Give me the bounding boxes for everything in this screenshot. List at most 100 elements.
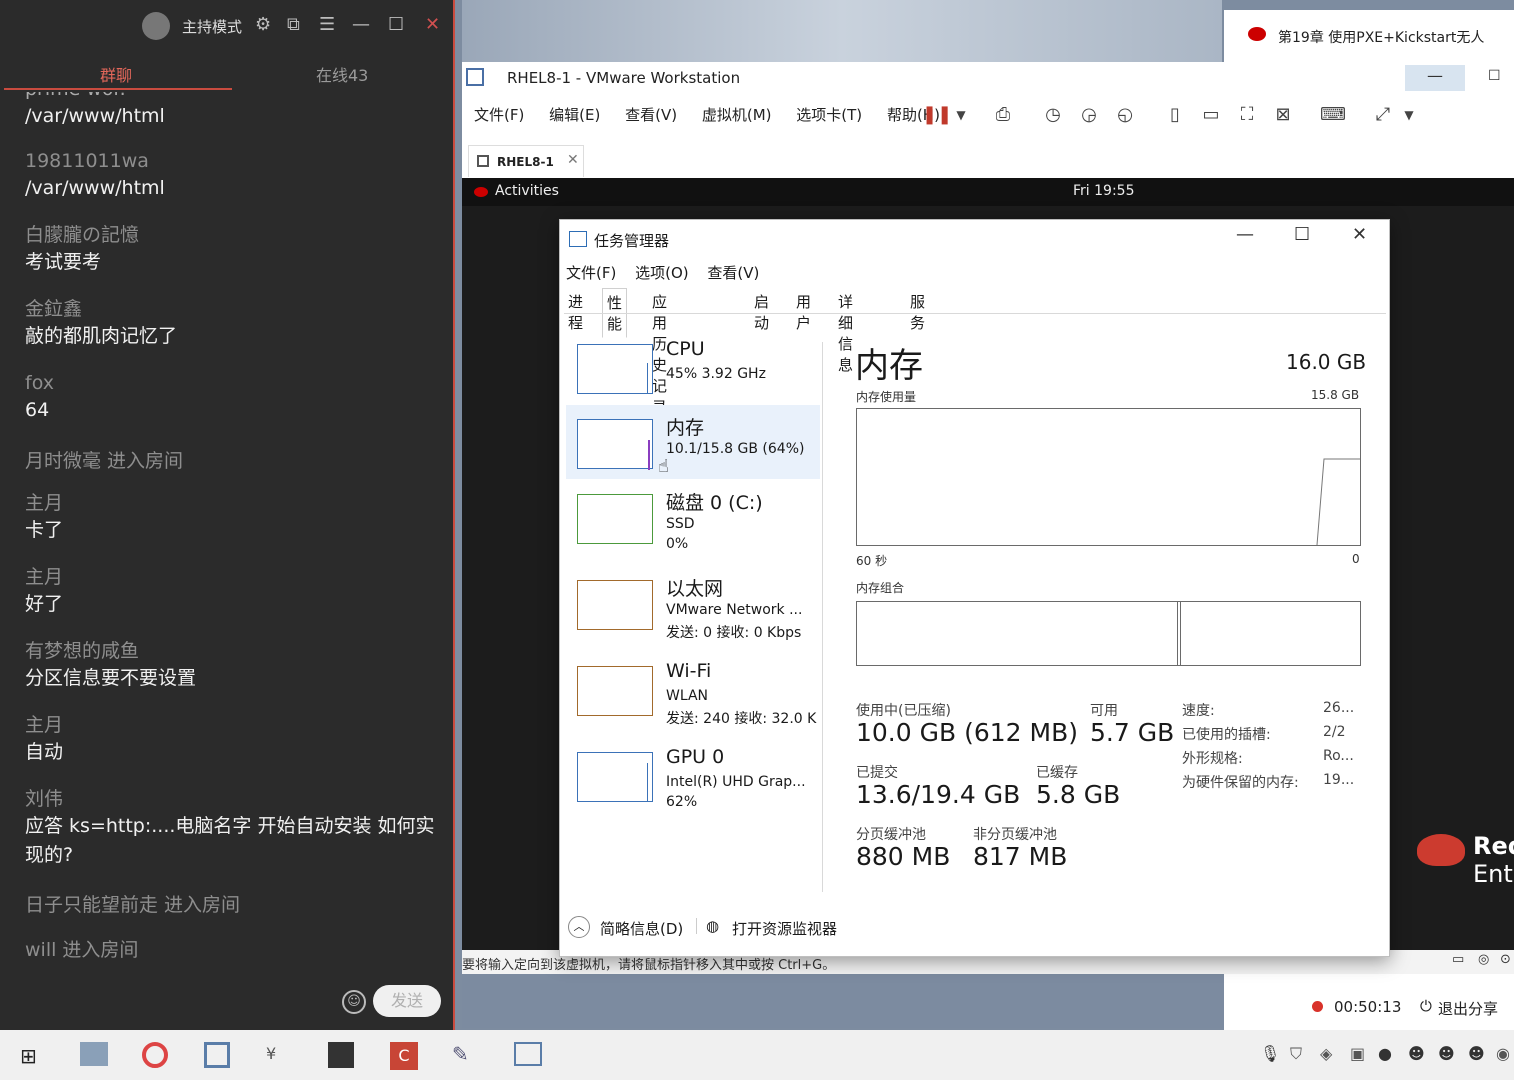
form-factor-label: 外形规格:	[1182, 751, 1243, 767]
tray-icon[interactable]: ⛉	[1290, 1044, 1302, 1064]
menu-tabs[interactable]: 选项卡(T)	[796, 106, 862, 124]
device-icon[interactable]: ⊙	[1500, 952, 1511, 967]
qq-icon[interactable]: ☻	[1408, 1044, 1425, 1063]
menu-vm[interactable]: 虚拟机(M)	[702, 106, 772, 124]
chevron-up-icon[interactable]: ︿	[568, 916, 590, 938]
chat-tabs: 群聊 在线43	[0, 52, 455, 92]
tab-rhel8-1[interactable]: RHEL8-1 ✕	[468, 145, 584, 177]
tab-group-chat[interactable]: 群聊	[100, 62, 132, 86]
menu-edit[interactable]: 编辑(E)	[549, 106, 600, 124]
tab-processes[interactable]: 进程	[564, 288, 587, 336]
close-tab-icon[interactable]: ✕	[567, 152, 579, 168]
activities-button[interactable]: Activities	[495, 183, 559, 199]
menu-icon[interactable]: ☰	[319, 14, 335, 35]
app-icon[interactable]: C	[390, 1042, 418, 1070]
tab-users[interactable]: 用户	[792, 288, 815, 336]
send-button[interactable]: 发送	[373, 985, 441, 1017]
stretch-icon[interactable]: ⤢	[1370, 102, 1396, 128]
send-keys-icon[interactable]: ⎙	[990, 102, 1016, 128]
disk-thumbnail	[577, 494, 653, 544]
chat-toolbar: 主持模式 ⚙ ⧉ ☰ — ☐ ✕	[0, 0, 455, 50]
task-manager-window: 任务管理器 — ☐ ✕ 文件(F) 选项(O) 查看(V) 进程 性能 应用历史…	[559, 219, 1390, 957]
menu-view[interactable]: 查看(V)	[625, 106, 677, 124]
app-icon[interactable]: ✎	[452, 1042, 469, 1066]
resource-disk[interactable]: 磁盘 0 (C:) SSD 0%	[566, 480, 820, 554]
system-message: will 进入房间	[25, 939, 139, 961]
share-timer: 00:50:13	[1334, 998, 1402, 1016]
resource-detail: 发送: 0 接收: 0 Kbps	[666, 625, 802, 641]
chevron-down-icon[interactable]: ▼	[948, 102, 974, 128]
pause-icon[interactable]: ❚❚	[922, 102, 952, 128]
speed-label: 速度:	[1182, 703, 1215, 719]
committed-label: 已提交	[856, 765, 898, 781]
tab-online[interactable]: 在线43	[316, 62, 368, 86]
chat-message-list[interactable]: prime wor. /var/www/html 19811011wa /var…	[0, 92, 455, 972]
terminal-icon[interactable]: ⌨	[1320, 102, 1346, 128]
resource-gpu[interactable]: GPU 0 Intel(R) UHD Grap... 62%	[566, 738, 820, 812]
cpu-thumbnail	[577, 344, 653, 394]
close-icon[interactable]: ✕	[425, 14, 440, 35]
sidebar-icon[interactable]: ▯	[1162, 102, 1188, 128]
tray-icon[interactable]: ●	[1378, 1044, 1392, 1063]
minimize-icon[interactable]: —	[352, 14, 370, 35]
vmware-taskbar-icon[interactable]	[204, 1042, 230, 1068]
message-text: /var/www/html	[25, 105, 165, 127]
exit-share-button[interactable]: 退出分享	[1438, 998, 1498, 1019]
minimize-button[interactable]: —	[1405, 65, 1465, 91]
qq-icon[interactable]: ☻	[1438, 1044, 1455, 1063]
menu-options[interactable]: 选项(O)	[635, 264, 689, 282]
tray-icon[interactable]: ▣	[1350, 1044, 1365, 1063]
console-view-icon[interactable]: ▭	[1198, 102, 1224, 128]
snapshot-icon[interactable]: ◷	[1040, 102, 1066, 128]
vm-tab-label: RHEL8-1	[497, 155, 554, 169]
menu-file[interactable]: 文件(F)	[566, 264, 616, 282]
device-icon[interactable]: ◎	[1478, 952, 1489, 967]
maximize-icon[interactable]: ☐	[1294, 224, 1310, 245]
fewer-details-button[interactable]: 简略信息(D)	[600, 918, 683, 939]
memory-usage-curve	[1316, 458, 1360, 545]
microphone-icon[interactable]: 🎙	[1260, 1044, 1280, 1063]
qq-icon[interactable]: ☻	[1468, 1044, 1485, 1063]
app-icon[interactable]: ¥	[266, 1044, 276, 1063]
resource-cpu[interactable]: CPU 45% 3.92 GHz	[566, 330, 820, 404]
settings-icon[interactable]: ⚙	[255, 14, 271, 35]
open-resource-monitor-link[interactable]: 打开资源监视器	[732, 918, 837, 939]
popout-icon[interactable]: ⧉	[287, 14, 300, 35]
resource-wifi[interactable]: Wi-Fi WLAN 发送: 240 接收: 32.0 K	[566, 652, 820, 727]
available-value: 5.7 GB	[1090, 718, 1175, 747]
emoji-icon[interactable]: ☺	[342, 990, 366, 1014]
chat-panel: 主持模式 ⚙ ⧉ ☰ — ☐ ✕ 群聊 在线43 prime wor. /var…	[0, 0, 455, 1030]
file-explorer-icon[interactable]	[80, 1042, 108, 1066]
mouse-cursor-icon: ☝	[658, 456, 669, 477]
tray-icon[interactable]: ◈	[1320, 1044, 1332, 1063]
close-icon[interactable]: ✕	[1352, 224, 1367, 245]
menu-file[interactable]: 文件(F)	[474, 106, 524, 124]
unity-icon[interactable]: ⊠	[1270, 102, 1296, 128]
tab-details[interactable]: 详细信息	[834, 288, 857, 378]
maximize-icon[interactable]: ☐	[388, 14, 404, 35]
minimize-icon[interactable]: —	[1236, 224, 1254, 245]
app-icon[interactable]	[328, 1042, 354, 1068]
clock[interactable]: Fri 19:55	[1073, 183, 1134, 199]
chrome-icon[interactable]	[142, 1042, 168, 1068]
message-nick: 主月	[25, 492, 64, 514]
resource-memory[interactable]: 内存 10.1/15.8 GB (64%)	[566, 405, 820, 479]
resource-detail: VMware Network ...	[666, 602, 803, 618]
browser-tab[interactable]: 第19章 使用PXE+Kickstart无人	[1224, 10, 1514, 62]
list-item: /var/www/html	[25, 102, 435, 131]
fullscreen-icon[interactable]: ⛶	[1234, 102, 1260, 128]
redhat-icon	[1248, 27, 1266, 41]
resource-ethernet[interactable]: 以太网 VMware Network ... 发送: 0 接收: 0 Kbps	[566, 566, 820, 641]
snapshot-manager-icon[interactable]: ◵	[1112, 102, 1138, 128]
power-icon[interactable]: ⏻	[1420, 997, 1432, 1015]
maximize-icon[interactable]: ☐	[1488, 68, 1501, 84]
tab-startup[interactable]: 启动	[750, 288, 773, 336]
chevron-down-icon[interactable]: ▼	[1396, 102, 1422, 128]
tab-services[interactable]: 服务	[906, 288, 929, 336]
app-icon[interactable]	[514, 1042, 542, 1066]
revert-snapshot-icon[interactable]: ◶	[1076, 102, 1102, 128]
menu-view[interactable]: 查看(V)	[707, 264, 759, 282]
device-icon[interactable]: ▭	[1452, 952, 1464, 967]
start-icon[interactable]: ⊞	[20, 1044, 37, 1068]
tray-icon[interactable]: ◉	[1496, 1044, 1510, 1063]
